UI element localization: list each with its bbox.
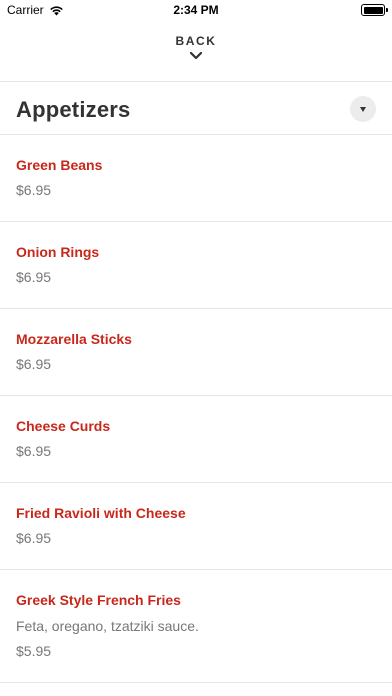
item-name: Green Beans	[16, 157, 103, 173]
item-price: $6.95	[16, 443, 52, 459]
caret-down-icon	[360, 106, 366, 112]
menu-item[interactable]: Cheese Curds $6.95	[0, 396, 392, 483]
item-price: $6.95	[16, 182, 52, 198]
category-header: Appetizers	[0, 82, 392, 134]
item-name: Fried Ravioli with Cheese	[16, 505, 186, 521]
menu-item[interactable]: Mozzarella Sticks $6.95	[0, 309, 392, 396]
status-time: 2:34 PM	[173, 3, 219, 17]
category-title: Appetizers	[16, 97, 131, 122]
status-bar: Carrier 2:34 PM	[0, 0, 392, 22]
item-name: Cheese Curds	[16, 418, 111, 434]
item-name: Onion Rings	[16, 244, 100, 260]
item-price: $5.95	[16, 643, 52, 659]
chevron-down-icon	[189, 51, 203, 60]
menu-item[interactable]: Fried Ravioli with Cheese $6.95	[0, 483, 392, 570]
item-description: Feta, oregano, tzatziki sauce.	[16, 618, 199, 634]
menu-item[interactable]: Greek Style French Fries Feta, oregano, …	[0, 570, 392, 683]
menu-list: Green Beans $6.95 Onion Rings $6.95 Mozz…	[0, 135, 392, 683]
back-label: BACK	[175, 34, 217, 48]
menu-item[interactable]: Onion Rings $6.95	[0, 222, 392, 309]
back-button[interactable]: BACK	[0, 34, 392, 74]
item-name: Mozzarella Sticks	[16, 331, 132, 347]
item-price: $6.95	[16, 269, 52, 285]
item-price: $6.95	[16, 530, 52, 546]
battery-icon	[361, 4, 388, 16]
item-price: $6.95	[16, 356, 52, 372]
category-dropdown-button[interactable]	[350, 96, 376, 122]
menu-item[interactable]: Green Beans $6.95	[0, 135, 392, 222]
item-name: Greek Style French Fries	[16, 592, 181, 608]
